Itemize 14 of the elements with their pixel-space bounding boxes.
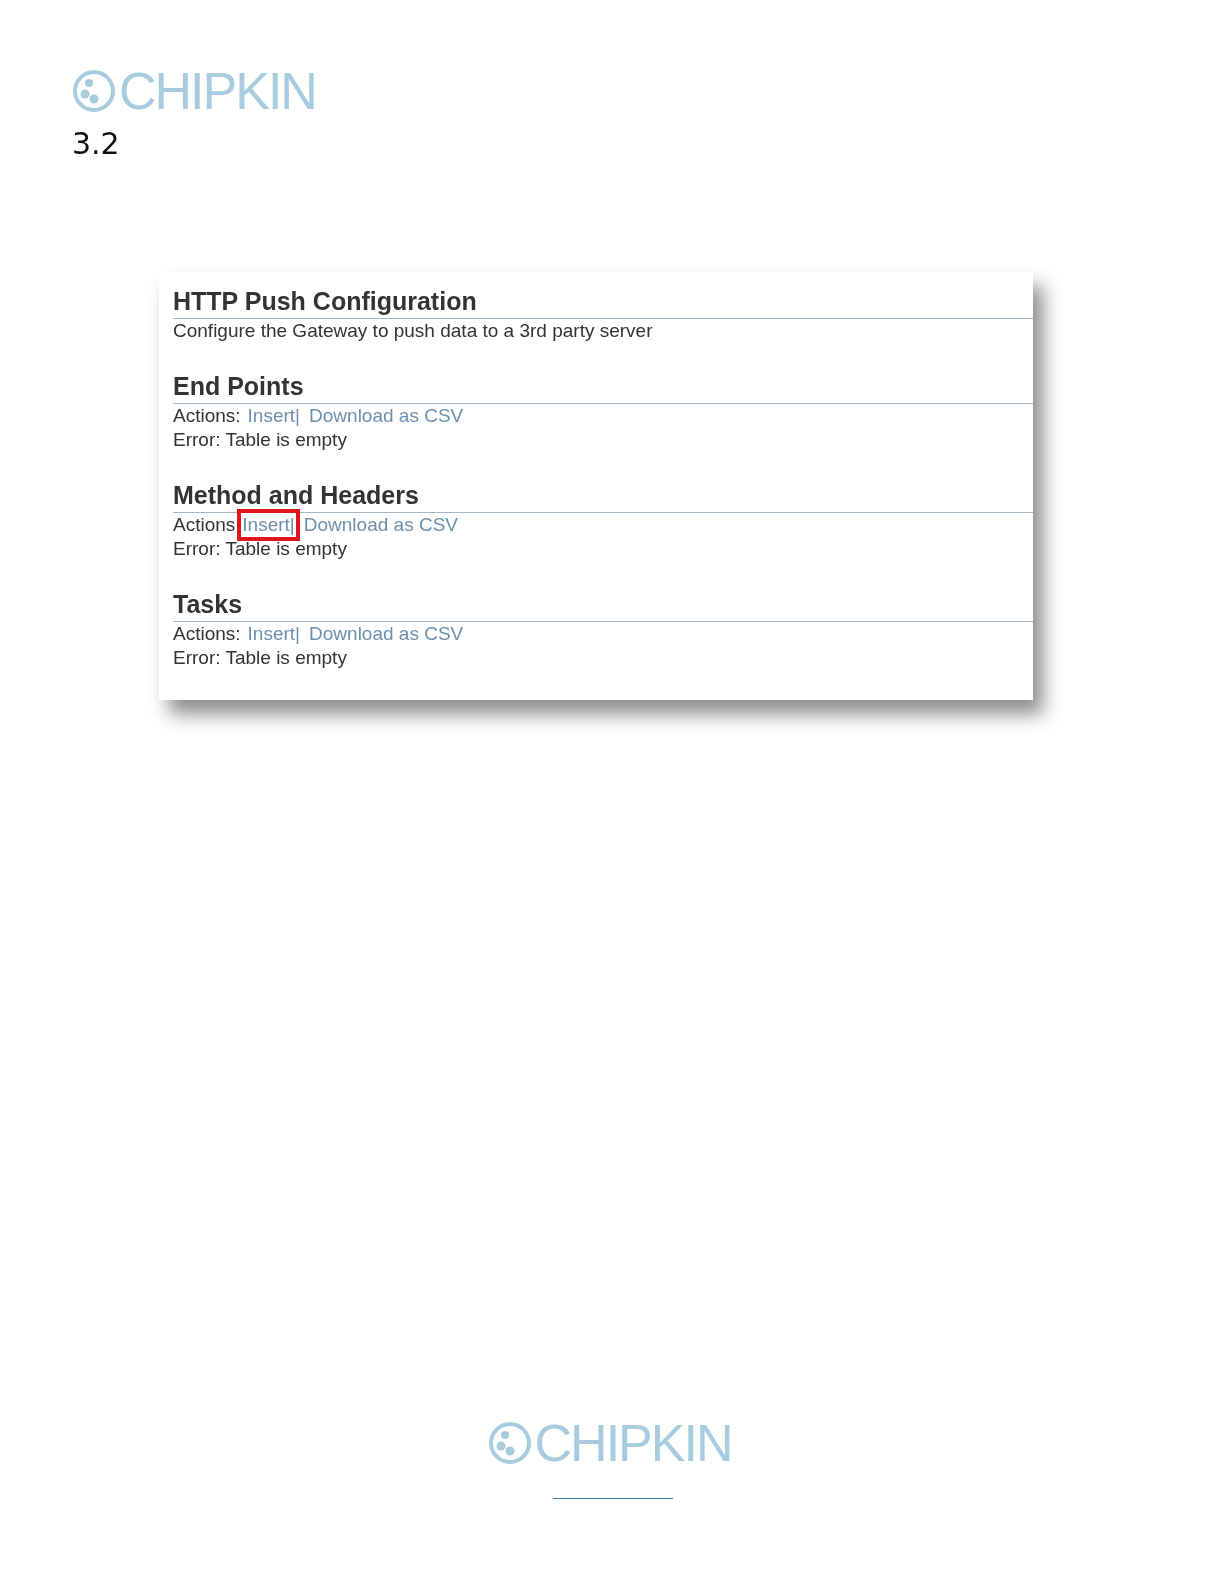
logo-text: CHIPKIN xyxy=(119,66,316,116)
insert-link[interactable]: Insert| xyxy=(237,509,300,541)
page-title: HTTP Push Configuration xyxy=(173,286,477,316)
logo-icon xyxy=(487,1421,532,1465)
section-heading: Tasks xyxy=(173,589,243,619)
logo-text: CHIPKIN xyxy=(534,1418,732,1468)
section-heading: End Points xyxy=(173,371,304,401)
logo-icon xyxy=(72,69,116,113)
section-number: 3.2 xyxy=(72,126,121,162)
actions-label: Actions xyxy=(173,513,236,537)
page-description: Configure the Gateway to push data to a 3rd party server xyxy=(173,319,653,343)
actions-label: Actions: xyxy=(173,622,241,646)
section-heading: Method and Headers xyxy=(173,480,419,510)
actions-label: Actions: xyxy=(173,404,241,428)
